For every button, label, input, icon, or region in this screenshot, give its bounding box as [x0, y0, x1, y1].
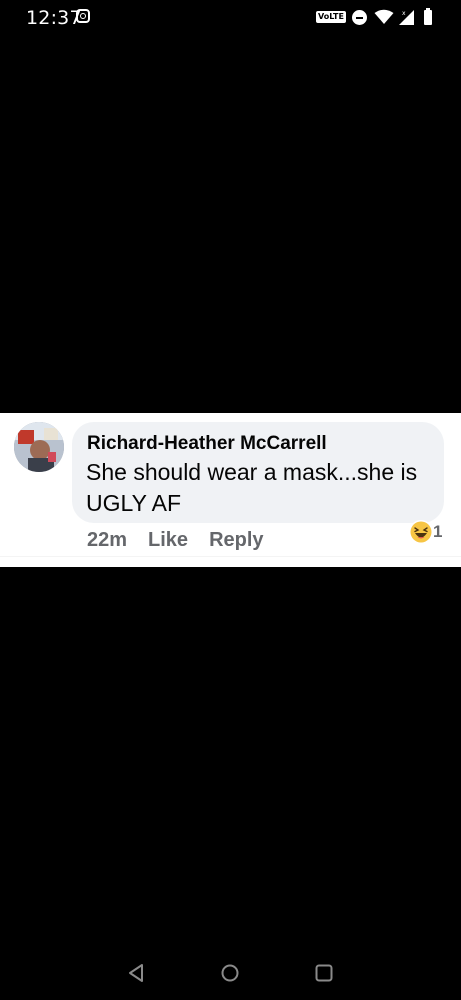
do-not-disturb-icon: [352, 10, 367, 25]
reply-button[interactable]: Reply: [209, 529, 263, 552]
reaction-count: 1: [433, 522, 443, 541]
signal-icon: x: [399, 10, 414, 25]
navigation-bar: [0, 948, 461, 1000]
home-icon[interactable]: [219, 962, 241, 984]
instagram-icon: [76, 9, 90, 23]
svg-text:x: x: [402, 10, 406, 17]
comment-text: She should wear a mask...she is UGLY AF: [86, 459, 418, 516]
comment-card: Richard-Heather McCarrell She should wea…: [0, 413, 461, 567]
wifi-icon: [374, 9, 394, 24]
comment-actions: 22m Like Reply: [87, 527, 264, 553]
status-bar: 12:37 VoLTE x: [0, 0, 461, 36]
avatar[interactable]: [14, 422, 64, 472]
back-icon[interactable]: [126, 962, 148, 984]
haha-emoji-icon: [409, 520, 433, 544]
status-time: 12:37: [26, 7, 82, 29]
battery-icon: [424, 8, 432, 25]
reaction-summary[interactable]: 1: [408, 519, 442, 545]
recents-icon[interactable]: [313, 962, 335, 984]
comment-author[interactable]: Richard-Heather McCarrell: [87, 433, 327, 455]
comment-timestamp: 22m: [87, 528, 128, 551]
comment-bubble: Richard-Heather McCarrell She should wea…: [72, 422, 444, 523]
volte-icon: VoLTE: [316, 11, 346, 23]
like-button[interactable]: Like: [148, 529, 188, 552]
avatar-photo: [14, 422, 64, 472]
divider: [0, 556, 461, 567]
